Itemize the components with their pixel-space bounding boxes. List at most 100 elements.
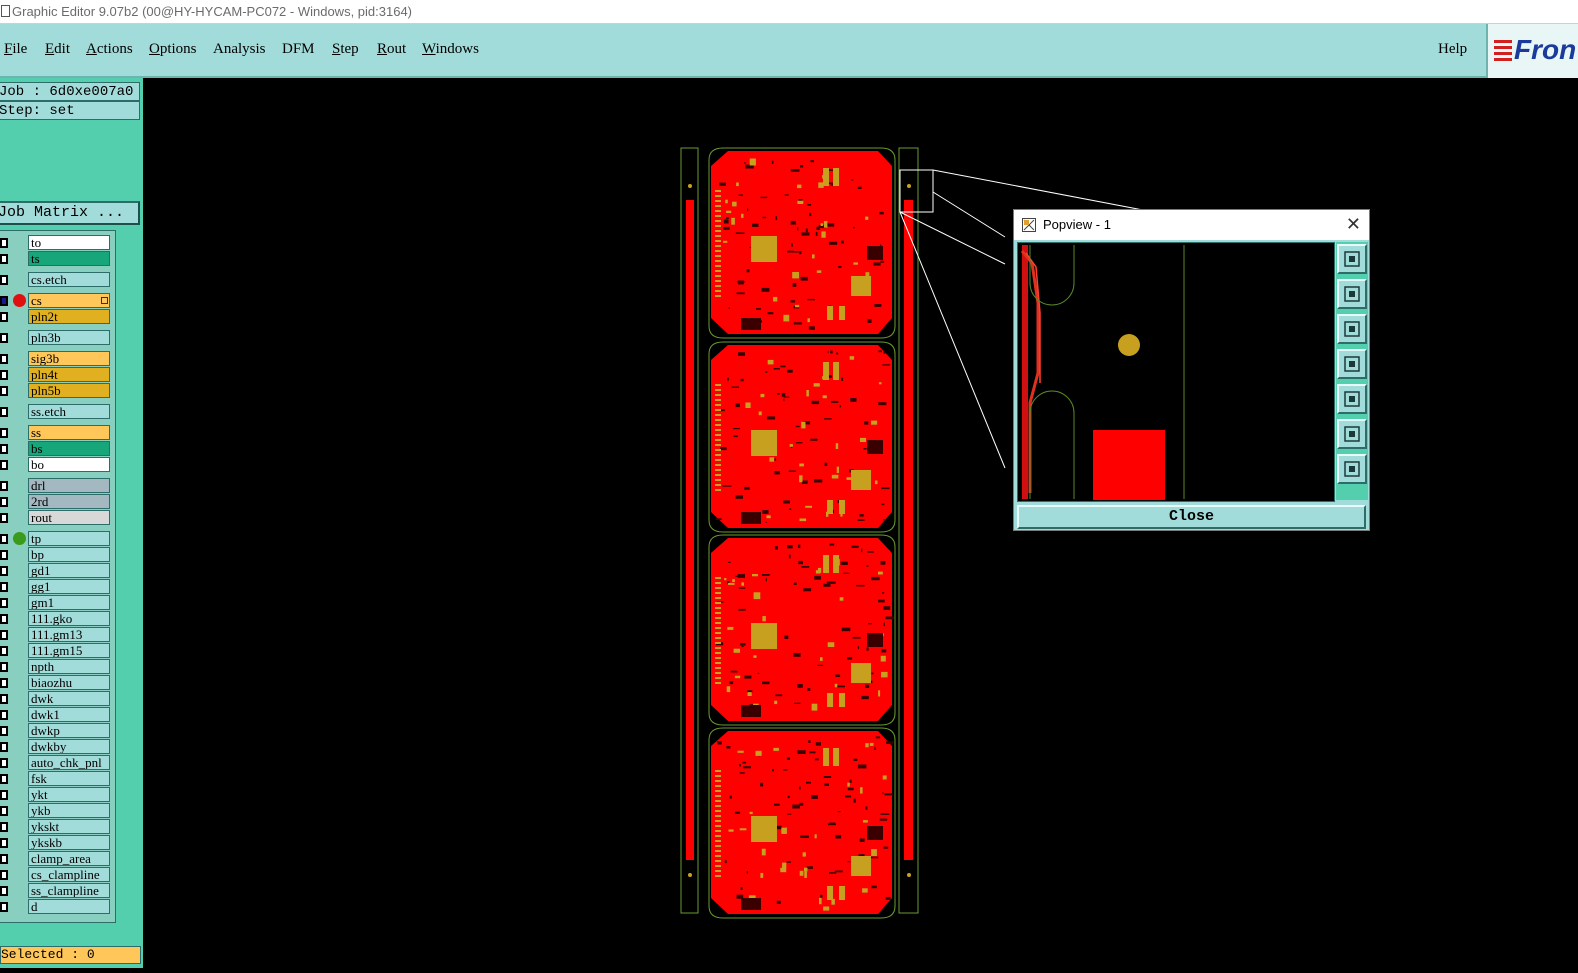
layer-row-rout[interactable]: rout <box>0 510 116 526</box>
layer-name[interactable]: ss_clampline <box>28 883 110 898</box>
layer-checkbox[interactable] <box>0 296 8 306</box>
layer-name[interactable]: rout <box>28 510 110 525</box>
zoom-in-icon[interactable] <box>1337 454 1367 484</box>
layer-checkbox[interactable] <box>0 275 8 285</box>
layer-row-cs_clampline[interactable]: cs_clampline <box>0 867 116 883</box>
layer-row-ykb[interactable]: ykb <box>0 803 116 819</box>
layer-row-pln5b[interactable]: pln5b <box>0 383 116 399</box>
layer-checkbox[interactable] <box>0 444 8 454</box>
pan-down-icon[interactable] <box>1337 314 1367 344</box>
layer-name[interactable]: pln4t <box>28 367 110 382</box>
layer-name[interactable]: ykskb <box>28 835 110 850</box>
menu-windows[interactable]: Windows <box>422 41 479 58</box>
layer-row-dwk1[interactable]: dwk1 <box>0 707 116 723</box>
layer-checkbox[interactable] <box>0 312 8 322</box>
popview-close-button[interactable]: Close <box>1017 505 1366 529</box>
layer-name[interactable]: bp <box>28 547 110 562</box>
layer-display-dot-icon[interactable] <box>13 294 26 307</box>
zoom-home-icon[interactable] <box>1337 244 1367 274</box>
layer-checkbox[interactable] <box>0 726 8 736</box>
layer-name[interactable]: biaozhu <box>28 675 110 690</box>
layer-name[interactable]: drl <box>28 478 110 493</box>
layer-checkbox[interactable] <box>0 254 8 264</box>
layer-checkbox[interactable] <box>0 513 8 523</box>
menu-options[interactable]: Options <box>149 41 197 58</box>
layer-row-dwk[interactable]: dwk <box>0 691 116 707</box>
layer-name[interactable]: bs <box>28 441 110 456</box>
layer-row-ts[interactable]: ts <box>0 251 116 267</box>
layer-name[interactable]: clamp_area <box>28 851 110 866</box>
layer-checkbox[interactable] <box>0 550 8 560</box>
layer-row-cs[interactable]: cs <box>0 293 116 309</box>
layer-row-ykt[interactable]: ykt <box>0 787 116 803</box>
menu-dfm[interactable]: DFM <box>282 41 315 58</box>
layer-checkbox[interactable] <box>0 678 8 688</box>
layer-name[interactable]: dwk1 <box>28 707 110 722</box>
layer-checkbox[interactable] <box>0 497 8 507</box>
layer-checkbox[interactable] <box>0 238 8 248</box>
layer-row-dwkby[interactable]: dwkby <box>0 739 116 755</box>
layer-name[interactable]: bo <box>28 457 110 472</box>
layer-row-gg1[interactable]: gg1 <box>0 579 116 595</box>
close-icon[interactable]: ✕ <box>1346 214 1361 235</box>
layer-name[interactable]: tp <box>28 531 110 546</box>
layer-name[interactable]: pln5b <box>28 383 110 398</box>
layer-name[interactable]: gm1 <box>28 595 110 610</box>
layer-name[interactable]: ss.etch <box>28 404 110 419</box>
layer-checkbox[interactable] <box>0 566 8 576</box>
layer-name[interactable]: dwkp <box>28 723 110 738</box>
layer-row-sig3b[interactable]: sig3b <box>0 351 116 367</box>
layer-row-tp[interactable]: tp <box>0 531 116 547</box>
layer-row-ss.etch[interactable]: ss.etch <box>0 404 116 420</box>
layer-row-pln4t[interactable]: pln4t <box>0 367 116 383</box>
layer-name[interactable]: gd1 <box>28 563 110 578</box>
layer-name[interactable]: dwkby <box>28 739 110 754</box>
layer-name[interactable]: ss <box>28 425 110 440</box>
layer-name[interactable]: cs_clampline <box>28 867 110 882</box>
layer-checkbox[interactable] <box>0 354 8 364</box>
layer-checkbox[interactable] <box>0 481 8 491</box>
layer-name[interactable]: to <box>28 235 110 250</box>
menu-help[interactable]: Help <box>1438 41 1467 58</box>
layer-name[interactable]: cs <box>28 293 110 308</box>
layer-row-pln2t[interactable]: pln2t <box>0 309 116 325</box>
layer-row-bp[interactable]: bp <box>0 547 116 563</box>
layer-checkbox[interactable] <box>0 758 8 768</box>
layer-name[interactable]: ykskt <box>28 819 110 834</box>
layer-checkbox[interactable] <box>0 646 8 656</box>
layer-checkbox[interactable] <box>0 460 8 470</box>
layer-name[interactable]: pln2t <box>28 309 110 324</box>
layer-checkbox[interactable] <box>0 582 8 592</box>
layer-row-ykskb[interactable]: ykskb <box>0 835 116 851</box>
pan-up-icon[interactable] <box>1337 279 1367 309</box>
layer-checkbox[interactable] <box>0 742 8 752</box>
pan-right-icon[interactable] <box>1337 384 1367 414</box>
layer-checkbox[interactable] <box>0 630 8 640</box>
layer-name[interactable]: auto_chk_pnl <box>28 755 110 770</box>
layer-row-111.gko[interactable]: 111.gko <box>0 611 116 627</box>
layer-row-ss_clampline[interactable]: ss_clampline <box>0 883 116 899</box>
layer-checkbox[interactable] <box>0 333 8 343</box>
layer-row-bo[interactable]: bo <box>0 457 116 473</box>
layer-checkbox[interactable] <box>0 710 8 720</box>
menu-actions[interactable]: Actions <box>86 41 133 58</box>
layer-row-cs.etch[interactable]: cs.etch <box>0 272 116 288</box>
layer-name[interactable]: pln3b <box>28 330 110 345</box>
layer-name[interactable]: d <box>28 899 110 914</box>
layer-name[interactable]: 111.gm15 <box>28 643 110 658</box>
layer-row-ss[interactable]: ss <box>0 425 116 441</box>
popview-viewport[interactable] <box>1017 242 1335 502</box>
layer-name[interactable]: 111.gko <box>28 611 110 626</box>
layer-row-111.gm15[interactable]: 111.gm15 <box>0 643 116 659</box>
layer-row-2rd[interactable]: 2rd <box>0 494 116 510</box>
layer-row-gd1[interactable]: gd1 <box>0 563 116 579</box>
layer-checkbox[interactable] <box>0 662 8 672</box>
layer-checkbox[interactable] <box>0 870 8 880</box>
layer-row-clamp_area[interactable]: clamp_area <box>0 851 116 867</box>
layer-checkbox[interactable] <box>0 694 8 704</box>
layer-checkbox[interactable] <box>0 774 8 784</box>
layer-checkbox[interactable] <box>0 790 8 800</box>
menu-edit[interactable]: Edit <box>45 41 70 58</box>
layer-row-d[interactable]: d <box>0 899 116 915</box>
layer-checkbox[interactable] <box>0 886 8 896</box>
